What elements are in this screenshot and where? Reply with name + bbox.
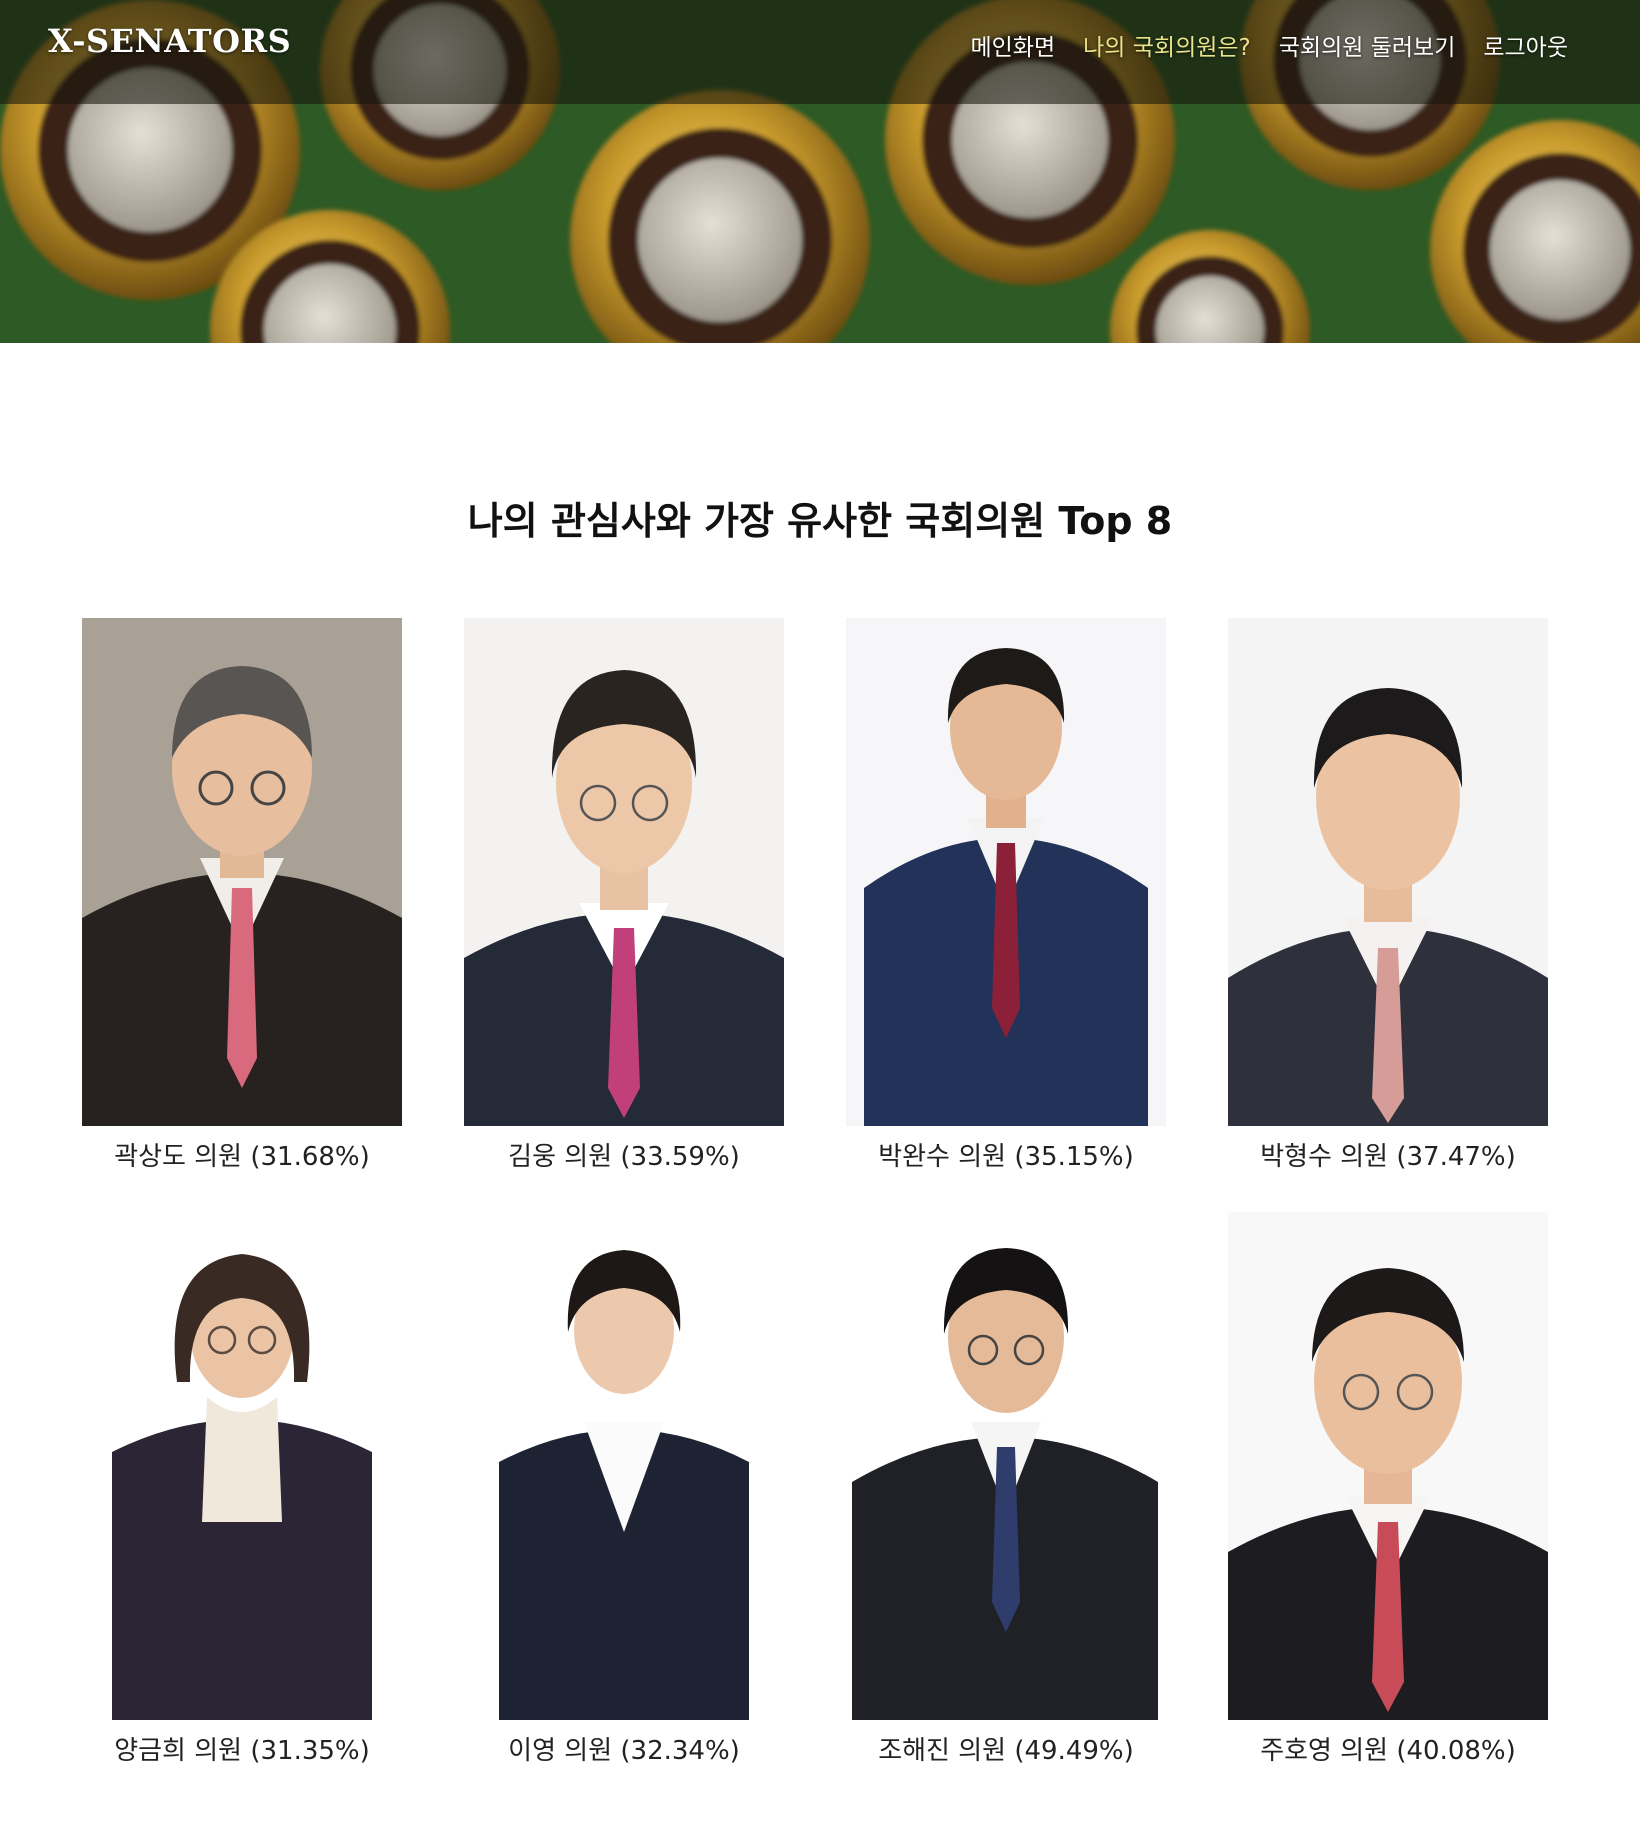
senator-card: 주호영 의원 (40.08%): [1228, 1212, 1548, 1767]
section-title: 나의 관심사와 가장 유사한 국회의원 Top 8: [467, 499, 1173, 543]
nav-item-home[interactable]: 메인화면: [970, 28, 1055, 62]
senator-card: 이영 의원 (32.34%): [464, 1212, 784, 1767]
senator-photo[interactable]: [464, 1212, 784, 1720]
nav-item-browse-senators[interactable]: 국회의원 둘러보기: [1279, 28, 1456, 62]
brand-logo[interactable]: X-SENATORS: [48, 22, 291, 60]
senator-card: 곽상도 의원 (31.68%): [82, 618, 402, 1173]
senator-label[interactable]: 양금희 의원 (31.35%): [82, 1730, 402, 1767]
senator-photo[interactable]: [464, 618, 784, 1126]
senator-card: 양금희 의원 (31.35%): [82, 1212, 402, 1767]
top-navigation-bar: X-SENATORS 메인화면 나의 국회의원은? 국회의원 둘러보기 로그아웃: [0, 0, 1640, 104]
senator-card: 박완수 의원 (35.15%): [846, 618, 1166, 1173]
senator-photo[interactable]: [846, 618, 1166, 1126]
main-nav: 메인화면 나의 국회의원은? 국회의원 둘러보기 로그아웃: [970, 28, 1568, 62]
senator-label[interactable]: 주호영 의원 (40.08%): [1228, 1730, 1548, 1767]
senator-label[interactable]: 이영 의원 (32.34%): [464, 1730, 784, 1767]
nav-item-my-senator[interactable]: 나의 국회의원은?: [1083, 28, 1251, 62]
senator-label[interactable]: 곽상도 의원 (31.68%): [82, 1136, 402, 1173]
senator-photo[interactable]: [82, 1212, 402, 1720]
senator-card: 박형수 의원 (37.47%): [1228, 618, 1548, 1173]
nav-item-logout[interactable]: 로그아웃: [1483, 28, 1568, 62]
senator-photo[interactable]: [846, 1212, 1166, 1720]
senator-card: 조해진 의원 (49.49%): [846, 1212, 1166, 1767]
senator-card: 김웅 의원 (33.59%): [464, 618, 784, 1173]
senator-label[interactable]: 조해진 의원 (49.49%): [846, 1730, 1166, 1767]
senator-photo[interactable]: [1228, 1212, 1548, 1720]
senator-label[interactable]: 박형수 의원 (37.47%): [1228, 1136, 1548, 1173]
senator-label[interactable]: 김웅 의원 (33.59%): [464, 1136, 784, 1173]
hero-banner: X-SENATORS 메인화면 나의 국회의원은? 국회의원 둘러보기 로그아웃: [0, 0, 1640, 343]
senator-label[interactable]: 박완수 의원 (35.15%): [846, 1136, 1166, 1173]
senator-photo[interactable]: [82, 618, 402, 1126]
senator-photo[interactable]: [1228, 618, 1548, 1126]
